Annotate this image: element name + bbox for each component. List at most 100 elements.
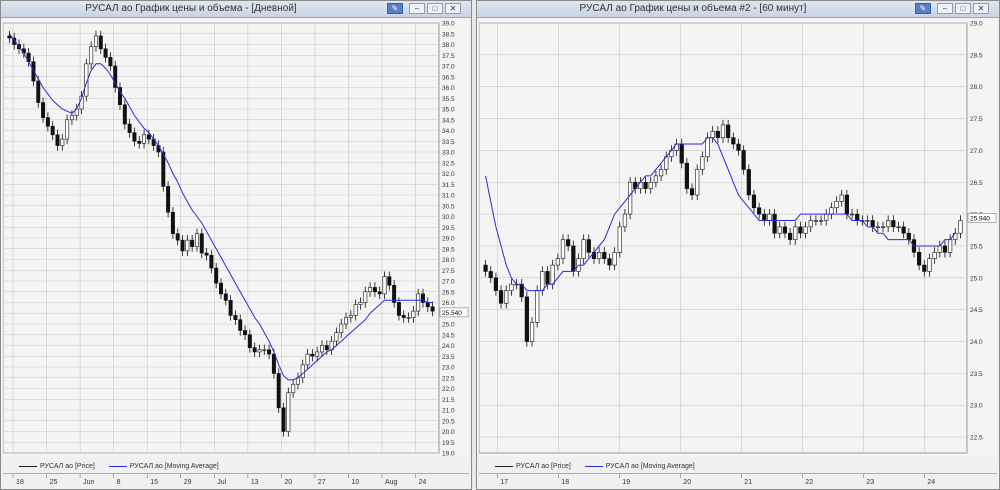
close-icon[interactable]: ✕ — [973, 3, 989, 14]
candle-body — [715, 130, 720, 138]
pin-icon[interactable]: ✎ — [387, 3, 403, 14]
y-tick-label: 28.0 — [970, 84, 983, 91]
candle-body — [262, 349, 267, 351]
y-tick-label: 22.5 — [442, 375, 455, 382]
candle-body — [411, 310, 416, 318]
candle-body — [700, 156, 705, 170]
candle-body — [886, 220, 891, 228]
candle-body — [901, 226, 906, 234]
candle-body — [937, 245, 942, 253]
x-tick-label: 18 — [16, 479, 24, 486]
candle-body — [958, 220, 963, 234]
candle-body — [353, 304, 358, 316]
candle-body — [339, 323, 344, 333]
candle-body — [731, 137, 736, 145]
candle-body — [137, 140, 142, 144]
pin-icon[interactable]: ✎ — [915, 3, 931, 14]
price-chart-60min[interactable]: 29.028.528.027.527.026.526.025.525.024.5… — [479, 19, 997, 457]
y-tick-label: 25.0 — [442, 322, 455, 329]
candle-body — [276, 373, 281, 409]
minimize-icon[interactable]: – — [409, 3, 425, 14]
candle-body — [839, 194, 844, 202]
candle-body — [695, 169, 700, 196]
minimize-icon[interactable]: – — [937, 3, 953, 14]
candle-body — [705, 137, 710, 158]
y-tick-label: 28.0 — [442, 257, 455, 264]
candle-body — [509, 283, 514, 291]
y-tick-label: 29.0 — [970, 21, 983, 28]
candle-body — [865, 220, 870, 222]
candle-body — [767, 213, 772, 221]
chart-legend: РУСАЛ ао [Price] РУСАЛ ао [Moving Averag… — [495, 460, 695, 472]
candle-body — [358, 302, 363, 305]
maximize-icon[interactable]: □ — [955, 3, 971, 14]
candle-body — [348, 315, 353, 318]
x-tick-label: 8 — [117, 479, 121, 486]
candle-body — [146, 134, 151, 140]
candle-body — [602, 252, 607, 260]
candle-body — [406, 317, 411, 319]
candle-body — [942, 245, 948, 253]
candle-body — [252, 347, 257, 353]
candle-body — [504, 290, 509, 304]
candle-body — [829, 207, 834, 215]
candle-body — [382, 276, 387, 295]
candle-body — [932, 252, 937, 260]
candle-body — [60, 138, 65, 146]
title-bar[interactable]: РУСАЛ ао График цены и объема #2 - [60 м… — [477, 1, 999, 18]
y-tick-label: 24.0 — [970, 339, 983, 346]
window-title: РУСАЛ ао График цены и объема - [Дневной… — [85, 3, 297, 14]
candle-body — [416, 293, 421, 312]
candle-body — [69, 115, 74, 121]
close-icon[interactable]: ✕ — [445, 3, 461, 14]
window-title: РУСАЛ ао График цены и объема #2 - [60 м… — [579, 3, 807, 14]
candle-body — [219, 282, 223, 295]
y-tick-label: 30.0 — [442, 214, 455, 221]
candle-body — [777, 226, 782, 234]
candle-body — [45, 117, 50, 127]
candle-body — [571, 245, 576, 272]
x-tick-label: 29 — [184, 479, 192, 486]
y-tick-label: 22.0 — [442, 386, 455, 393]
y-tick-label: 34.0 — [442, 128, 455, 135]
candle-body — [89, 46, 94, 65]
y-tick-label: 32.5 — [442, 160, 455, 167]
title-bar[interactable]: РУСАЛ ао График цены и объема - [Дневной… — [1, 1, 471, 18]
candle-body — [377, 291, 382, 295]
candle-body — [257, 349, 262, 353]
candle-body — [757, 207, 762, 215]
candle-body — [834, 201, 839, 209]
candle-body — [113, 65, 118, 88]
x-tick-label: 13 — [251, 479, 259, 486]
candle-body — [267, 349, 272, 355]
candle-body — [622, 213, 628, 228]
candle-body — [648, 181, 653, 189]
x-tick-label: 19 — [622, 479, 630, 486]
x-tick-label: 23 — [866, 479, 874, 486]
plot-area — [479, 22, 968, 454]
y-tick-label: 26.5 — [970, 180, 983, 187]
candle-body — [782, 226, 788, 234]
y-tick-label: 29.5 — [442, 225, 455, 232]
candle-body — [906, 232, 911, 240]
candle-body — [387, 276, 392, 286]
candle-body — [927, 258, 932, 272]
x-tick-label: Jul — [217, 479, 226, 486]
legend-ma: РУСАЛ ао [Moving Average] — [108, 463, 219, 470]
candle-body — [762, 213, 767, 221]
candle-body — [214, 267, 219, 284]
candle-body — [108, 57, 113, 67]
price-chart-daily[interactable]: 39.0 38.5 38.0 37.5 37.0 36.5 36.0 35.5 35.0 34.5… — [3, 19, 469, 457]
candle-body — [430, 306, 435, 312]
legend-price: РУСАЛ ао [Price] — [495, 463, 571, 470]
maximize-icon[interactable]: □ — [427, 3, 443, 14]
candle-body — [947, 239, 953, 253]
candle-body — [617, 226, 622, 253]
candle-body — [581, 239, 586, 260]
candle-body — [180, 239, 185, 252]
x-tick-label: 10 — [351, 479, 359, 486]
candle-body — [917, 252, 922, 266]
y-tick-label: 24.0 — [442, 343, 455, 350]
y-tick-label: 19.5 — [442, 440, 455, 447]
candle-body — [190, 239, 195, 247]
